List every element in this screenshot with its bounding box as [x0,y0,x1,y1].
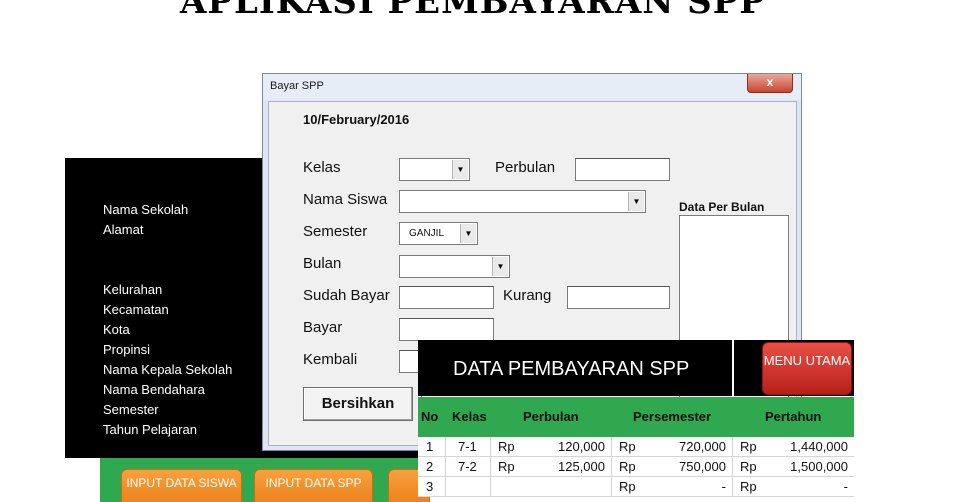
header-pertahun: Pertahun [765,409,822,424]
label-kecamatan: Kecamatan [103,302,169,317]
cell-perbulan: 125,000 [558,459,605,474]
data-table-header: DATA PEMBAYARAN SPP [418,340,732,396]
cell-pertahun: 1,500,000 [790,459,848,474]
dialog-title: Bayar SPP [270,80,324,92]
close-icon: x [766,75,774,89]
cell-no: 2 [426,459,434,474]
semester-label: Semester [303,223,368,240]
cell-rp: Rp [740,459,757,474]
app-title: APLIKASI PEMBAYARAN SPP [180,0,766,22]
header-perbulan: Perbulan [523,409,579,424]
cell-no: 1 [426,439,434,454]
bersihkan-button[interactable]: Bersihkan [303,387,413,421]
cell-kelas: 7-2 [458,459,477,474]
label-nama-sekolah: Nama Sekolah [103,202,189,217]
menu-band: INPUT DATA SISWA INPUT DATA SPP [100,458,430,502]
cell-rp: Rp [619,439,636,454]
input-data-spp-button[interactable]: INPUT DATA SPP [254,469,373,502]
chevron-down-icon[interactable]: ▼ [628,192,644,211]
dialog-titlebar[interactable]: Bayar SPP x [263,74,801,100]
perbulan-field[interactable] [575,158,670,181]
menu-header: MENU UTAMA [734,340,854,396]
label-kelurahan: Kelurahan [103,282,163,297]
cell-persemester: 750,000 [679,459,726,474]
label-kepala-sekolah: Nama Kepala Sekolah [103,362,233,377]
bulan-label: Bulan [303,255,342,272]
header-persemester: Persemester [633,409,712,424]
cell-kelas: 7-1 [458,439,477,454]
cell-rp: Rp [498,439,515,454]
cell-pertahun: - [843,479,848,494]
table-row: 1 7-1 Rp 120,000 Rp 720,000 Rp 1,440,000 [418,437,854,457]
sudah-bayar-label: Sudah Bayar [303,287,390,304]
close-button[interactable]: x [747,74,793,93]
cell-persemester: - [721,479,726,494]
input-data-siswa-button[interactable]: INPUT DATA SISWA [121,469,242,502]
label-bendahara: Nama Bendahara [103,382,205,397]
data-table-title: DATA PEMBAYARAN SPP [453,358,690,380]
table-column-headers: No Kelas Perbulan Persemester Pertahun [418,397,854,437]
cell-persemester: 720,000 [679,439,726,454]
cell-pertahun: 1,440,000 [790,439,848,454]
semester-value: GANJIL [409,228,445,239]
kelas-label: Kelas [303,159,341,176]
semester-combo[interactable]: GANJIL ▼ [399,222,478,245]
kurang-field[interactable] [567,286,670,309]
label-alamat: Alamat [103,222,144,237]
data-per-bulan-label: Data Per Bulan [679,200,765,214]
cell-rp: Rp [619,459,636,474]
kurang-label: Kurang [503,287,552,304]
chevron-down-icon[interactable]: ▼ [492,257,508,276]
kelas-combo[interactable]: ▼ [399,158,470,181]
label-semester: Semester [103,402,159,417]
nama-siswa-label: Nama Siswa [303,191,388,208]
perbulan-label: Perbulan [495,159,556,176]
table-row: 3 Rp - Rp - [418,477,854,497]
cell-perbulan: 120,000 [558,439,605,454]
cell-rp: Rp [498,459,515,474]
label-propinsi: Propinsi [103,342,150,357]
kembali-label: Kembali [303,351,358,368]
menu-utama-button[interactable]: MENU UTAMA [762,342,852,395]
cell-rp: Rp [619,479,636,494]
sudah-bayar-field[interactable] [399,286,494,309]
cell-rp: Rp [740,439,757,454]
nama-siswa-combo[interactable]: ▼ [399,190,646,213]
current-date: 10/February/2016 [303,112,410,127]
cell-rp: Rp [740,479,757,494]
bayar-label: Bayar [303,319,343,336]
chevron-down-icon[interactable]: ▼ [460,224,476,243]
label-tahun-pelajaran: Tahun Pelajaran [103,422,197,437]
cell-no: 3 [426,479,434,494]
bayar-field[interactable] [399,318,494,341]
chevron-down-icon[interactable]: ▼ [452,160,468,179]
table-row: 2 7-2 Rp 125,000 Rp 750,000 Rp 1,500,000 [418,457,854,477]
header-kelas: Kelas [452,409,487,424]
label-kota: Kota [103,322,130,337]
bulan-combo[interactable]: ▼ [399,255,510,278]
header-no: No [421,409,439,424]
